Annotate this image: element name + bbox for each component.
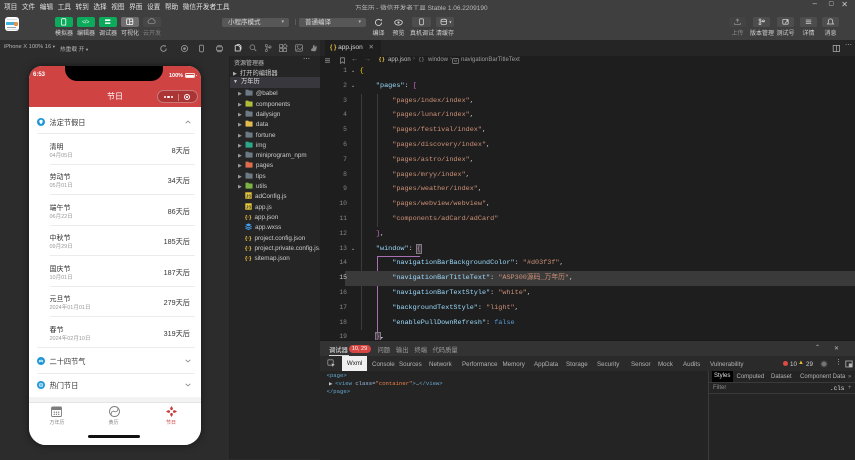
svg-text:JS: JS <box>246 194 252 199</box>
svg-text:</>: </> <box>82 20 89 26</box>
svg-text:▾: ▾ <box>449 20 452 25</box>
svg-text:JS: JS <box>246 204 252 209</box>
